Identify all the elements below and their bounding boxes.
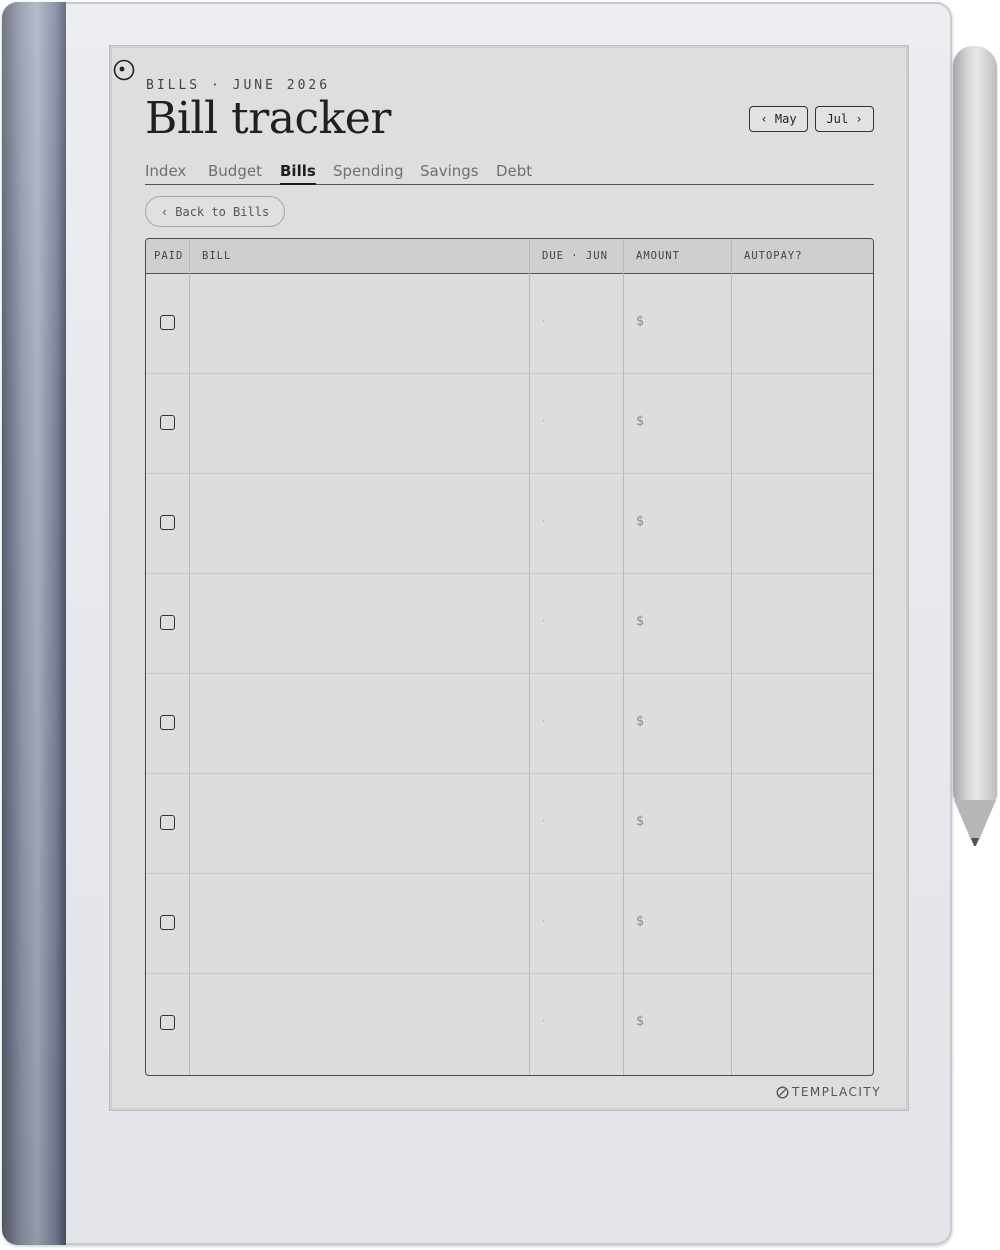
page-kicker: BILLS · JUNE 2026 xyxy=(146,78,331,93)
brand-footer: TEMPLACITY xyxy=(776,1085,881,1099)
bill-name-cell[interactable] xyxy=(190,774,529,873)
bill-name-cell[interactable] xyxy=(190,874,529,973)
col-bill-header: BILL xyxy=(202,250,232,262)
col-amount-header: AMOUNT xyxy=(636,250,680,262)
tab-debt[interactable]: Debt xyxy=(496,162,532,183)
autopay-cell[interactable] xyxy=(732,474,872,573)
back-to-bills-button[interactable]: ‹ Back to Bills xyxy=(145,196,285,227)
amount-cell[interactable]: $ xyxy=(636,414,644,429)
table-row: · $ xyxy=(146,474,873,574)
autopay-cell[interactable] xyxy=(732,774,872,873)
due-date-cell[interactable]: · xyxy=(542,417,545,427)
table-row: · $ xyxy=(146,574,873,674)
page-title: Bill tracker xyxy=(145,93,391,144)
paid-checkbox[interactable] xyxy=(160,315,175,330)
bill-name-cell[interactable] xyxy=(190,574,529,673)
section-tabs: Index Budget Bills Spending Savings Debt xyxy=(145,160,874,185)
due-date-cell[interactable]: · xyxy=(542,917,545,927)
tab-budget[interactable]: Budget xyxy=(208,162,262,183)
target-icon xyxy=(113,59,135,81)
table-row: · $ xyxy=(146,874,873,974)
bill-name-cell[interactable] xyxy=(190,374,529,473)
due-date-cell[interactable]: · xyxy=(542,717,545,727)
table-header: PAID BILL DUE · JUN AMOUNT AUTOPAY? xyxy=(146,239,873,274)
bill-name-cell[interactable] xyxy=(190,674,529,773)
bill-name-cell[interactable] xyxy=(190,474,529,573)
amount-cell[interactable]: $ xyxy=(636,314,644,329)
due-date-cell[interactable]: · xyxy=(542,817,545,827)
paid-checkbox[interactable] xyxy=(160,715,175,730)
bill-name-cell[interactable] xyxy=(190,974,529,1074)
templacity-logo-icon xyxy=(776,1086,789,1098)
bill-name-cell[interactable] xyxy=(190,274,529,373)
autopay-cell[interactable] xyxy=(732,374,872,473)
table-row: · $ xyxy=(146,674,873,774)
col-autopay-header: AUTOPAY? xyxy=(744,250,803,262)
amount-cell[interactable]: $ xyxy=(636,614,644,629)
table-row: · $ xyxy=(146,374,873,474)
amount-cell[interactable]: $ xyxy=(636,1014,644,1029)
table-row: · $ xyxy=(146,274,873,374)
col-paid-header: PAID xyxy=(154,250,184,262)
due-date-cell[interactable]: · xyxy=(542,517,545,527)
table-body: · $ · $ · $ · $ · $ · $ · $ · $ xyxy=(146,274,873,1075)
autopay-cell[interactable] xyxy=(732,974,872,1074)
paid-checkbox[interactable] xyxy=(160,615,175,630)
paid-checkbox[interactable] xyxy=(160,515,175,530)
amount-cell[interactable]: $ xyxy=(636,714,644,729)
amount-cell[interactable]: $ xyxy=(636,814,644,829)
brand-name: TEMPLACITY xyxy=(792,1085,882,1099)
amount-cell[interactable]: $ xyxy=(636,914,644,929)
autopay-cell[interactable] xyxy=(732,574,872,673)
autopay-cell[interactable] xyxy=(732,674,872,773)
due-date-cell[interactable]: · xyxy=(542,617,545,627)
tab-index[interactable]: Index xyxy=(145,162,186,183)
tab-savings[interactable]: Savings xyxy=(420,162,479,183)
stylus-pen xyxy=(953,46,997,806)
due-date-cell[interactable]: · xyxy=(542,1017,545,1027)
stylus-tip xyxy=(954,800,996,846)
table-row: · $ xyxy=(146,974,873,1074)
paid-checkbox[interactable] xyxy=(160,415,175,430)
table-row: · $ xyxy=(146,774,873,874)
device-spine xyxy=(2,2,66,1245)
tab-spending[interactable]: Spending xyxy=(333,162,404,183)
tab-bills[interactable]: Bills xyxy=(280,162,316,185)
col-due-header: DUE · JUN xyxy=(542,250,608,262)
paid-checkbox[interactable] xyxy=(160,1015,175,1030)
paid-checkbox[interactable] xyxy=(160,915,175,930)
amount-cell[interactable]: $ xyxy=(636,514,644,529)
next-month-button[interactable]: Jul › xyxy=(815,106,874,132)
bills-table: PAID BILL DUE · JUN AMOUNT AUTOPAY? · $ · $… xyxy=(145,238,874,1076)
paid-checkbox[interactable] xyxy=(160,815,175,830)
due-date-cell[interactable]: · xyxy=(542,317,545,327)
autopay-cell[interactable] xyxy=(732,274,872,373)
autopay-cell[interactable] xyxy=(732,874,872,973)
prev-month-button[interactable]: ‹ May xyxy=(749,106,808,132)
